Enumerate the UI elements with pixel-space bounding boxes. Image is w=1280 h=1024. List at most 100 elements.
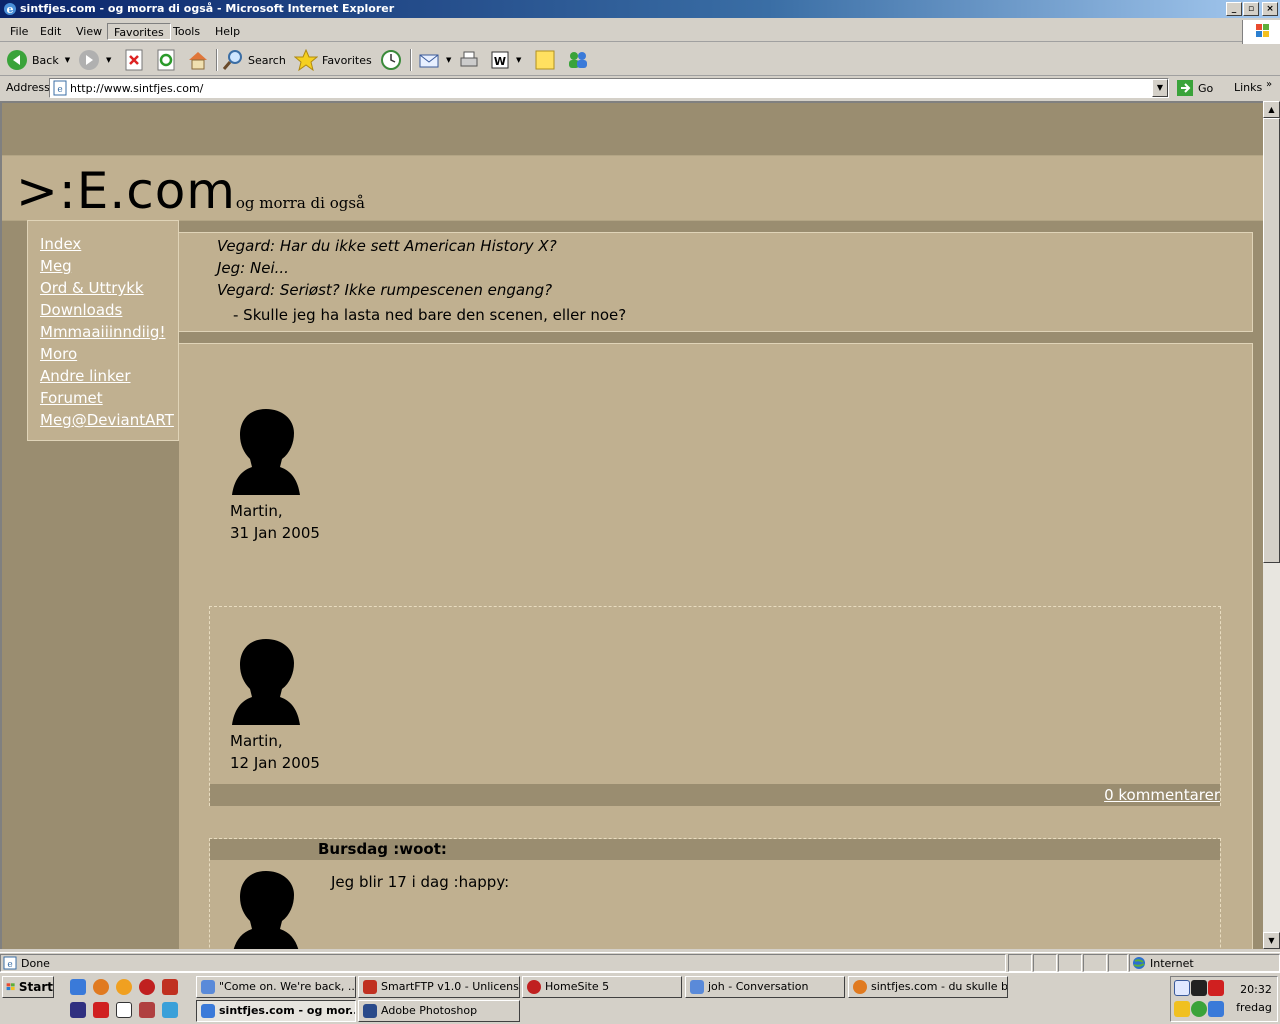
site-logo: >:E.com <box>16 162 237 220</box>
tray-antivirus-icon[interactable] <box>1208 980 1224 996</box>
messenger-button[interactable] <box>566 47 590 73</box>
nav-downloads[interactable]: Downloads <box>40 301 178 323</box>
zone-text: Internet <box>1150 957 1194 970</box>
menu-favorites[interactable]: Favorites <box>107 23 171 40</box>
search-label: Search <box>248 53 286 67</box>
page-viewport[interactable]: >:E.com - og morra di også Index Meg Ord… <box>0 101 1263 949</box>
home-button[interactable] <box>187 47 209 73</box>
nav-mmmaaiiinndiig[interactable]: Mmmaaiiinndiig! <box>40 323 178 345</box>
back-button[interactable]: Back ▼ <box>6 47 70 73</box>
tray-app-icon[interactable] <box>1191 980 1207 996</box>
conversation-task-icon <box>690 980 704 994</box>
menu-edit[interactable]: Edit <box>34 23 67 40</box>
edit-dropdown-icon[interactable]: ▼ <box>516 56 521 64</box>
tray-messenger-icon[interactable] <box>1208 1001 1224 1017</box>
status-text: Done <box>21 957 50 970</box>
quicklaunch-firefox-icon[interactable] <box>93 979 109 995</box>
quicklaunch-player-icon[interactable] <box>162 1002 178 1018</box>
favorites-button[interactable]: Favorites <box>294 47 372 73</box>
scroll-up-icon[interactable]: ▲ <box>1263 101 1280 118</box>
printer-icon <box>460 51 478 67</box>
word-icon: W <box>491 51 509 69</box>
task-button[interactable]: Adobe Photoshop <box>358 1000 520 1022</box>
task-button[interactable]: joh - Conversation <box>685 976 845 998</box>
post-author: Martin, <box>230 502 283 520</box>
task-button[interactable]: SmartFTP v1.0 - Unlicensed <box>358 976 520 998</box>
quicklaunch-smartftp-icon[interactable] <box>162 979 178 995</box>
smartftp-task-icon <box>363 980 377 994</box>
window-titlebar[interactable]: e sintfjes.com - og morra di også - Micr… <box>0 0 1280 18</box>
task-button[interactable]: "Come on. We're back, ... <box>196 976 356 998</box>
avatar-silhouette-icon <box>232 409 300 495</box>
photoshop-task-icon <box>363 1004 377 1018</box>
homesite-task-icon <box>527 980 541 994</box>
history-button[interactable] <box>380 47 402 73</box>
post: Martin, 31 Jan 2005 <box>209 314 1221 544</box>
edit-button[interactable]: W ▼ <box>490 47 521 73</box>
nav-meg[interactable]: Meg <box>40 257 178 279</box>
note-button[interactable] <box>534 47 556 73</box>
mail-button[interactable]: ▼ <box>418 47 451 73</box>
task-label: joh - Conversation <box>708 980 809 993</box>
refresh-icon <box>157 49 175 71</box>
tray-network-icon[interactable] <box>1174 1001 1190 1017</box>
quicklaunch-acrobat-icon[interactable] <box>93 1002 109 1018</box>
scroll-thumb[interactable] <box>1263 118 1280 563</box>
mail-icon <box>419 54 439 68</box>
vertical-scrollbar[interactable]: ▲ ▼ <box>1263 101 1280 949</box>
task-button[interactable]: HomeSite 5 <box>522 976 682 998</box>
refresh-button[interactable] <box>156 47 176 73</box>
ie-task-icon <box>201 1004 215 1018</box>
address-box[interactable]: e ▼ <box>49 78 1169 98</box>
scroll-down-icon[interactable]: ▼ <box>1263 932 1280 949</box>
address-bar: Address e ▼ Go Links » <box>0 77 1280 99</box>
go-arrow-icon <box>1177 80 1193 96</box>
menu-tools[interactable]: Tools <box>167 23 206 40</box>
address-dropdown-icon[interactable]: ▼ <box>1152 79 1168 97</box>
nav-moro[interactable]: Moro <box>40 345 178 367</box>
links-button[interactable]: Links <box>1234 81 1262 94</box>
tray-mail-icon[interactable] <box>1174 980 1190 996</box>
menu-view[interactable]: View <box>70 23 108 40</box>
windows-logo <box>1242 20 1280 44</box>
clock-time[interactable]: 20:32 <box>1236 983 1276 996</box>
minimize-button[interactable]: _ <box>1226 2 1242 16</box>
menu-help[interactable]: Help <box>209 23 246 40</box>
quicklaunch-app-icon[interactable] <box>139 1002 155 1018</box>
quicklaunch-ie-icon[interactable] <box>70 979 86 995</box>
task-button-active[interactable]: sintfjes.com - og mor... <box>196 1000 356 1022</box>
search-button[interactable]: Search <box>222 47 286 73</box>
links-chevron-icon[interactable]: » <box>1266 79 1272 90</box>
quote-line: Jeg: Nei... <box>217 259 289 277</box>
site-nav: Index Meg Ord & Uttrykk Downloads Mmmaai… <box>27 220 179 441</box>
maximize-button[interactable]: ▫ <box>1243 2 1259 16</box>
svg-text:e: e <box>57 85 62 95</box>
windows-flag-icon <box>6 983 15 991</box>
forward-dropdown-icon[interactable]: ▼ <box>106 56 111 64</box>
quicklaunch-homesite-icon[interactable] <box>139 979 155 995</box>
nav-forumet[interactable]: Forumet <box>40 389 178 411</box>
menu-file[interactable]: File <box>4 23 34 40</box>
close-button[interactable]: × <box>1262 2 1278 16</box>
status-panel <box>1033 954 1057 972</box>
back-dropdown-icon[interactable]: ▼ <box>65 56 70 64</box>
address-input[interactable] <box>70 81 1130 95</box>
forward-button[interactable]: ▼ <box>78 47 111 73</box>
stop-button[interactable] <box>124 47 144 73</box>
ie-icon: e <box>4 3 16 16</box>
nav-andre-linker[interactable]: Andre linker <box>40 367 178 389</box>
tray-globe-icon[interactable] <box>1191 1001 1207 1017</box>
svg-text:e: e <box>7 3 14 16</box>
quicklaunch-desktop-icon[interactable] <box>116 1002 132 1018</box>
nav-deviantart[interactable]: Meg@DeviantART <box>40 411 178 433</box>
nav-ord-uttrykk[interactable]: Ord & Uttrykk <box>40 279 178 301</box>
quicklaunch-winamp-icon[interactable] <box>70 1002 86 1018</box>
mail-dropdown-icon[interactable]: ▼ <box>446 56 451 64</box>
nav-index[interactable]: Index <box>40 235 178 257</box>
go-button[interactable]: Go <box>1176 79 1213 97</box>
comments-link[interactable]: 0 kommentarer <box>1104 786 1220 804</box>
print-button[interactable] <box>458 47 480 73</box>
start-button[interactable]: Start <box>2 976 54 998</box>
task-button[interactable]: sintfjes.com - du skulle b... <box>848 976 1008 998</box>
quicklaunch-media-icon[interactable] <box>116 979 132 995</box>
